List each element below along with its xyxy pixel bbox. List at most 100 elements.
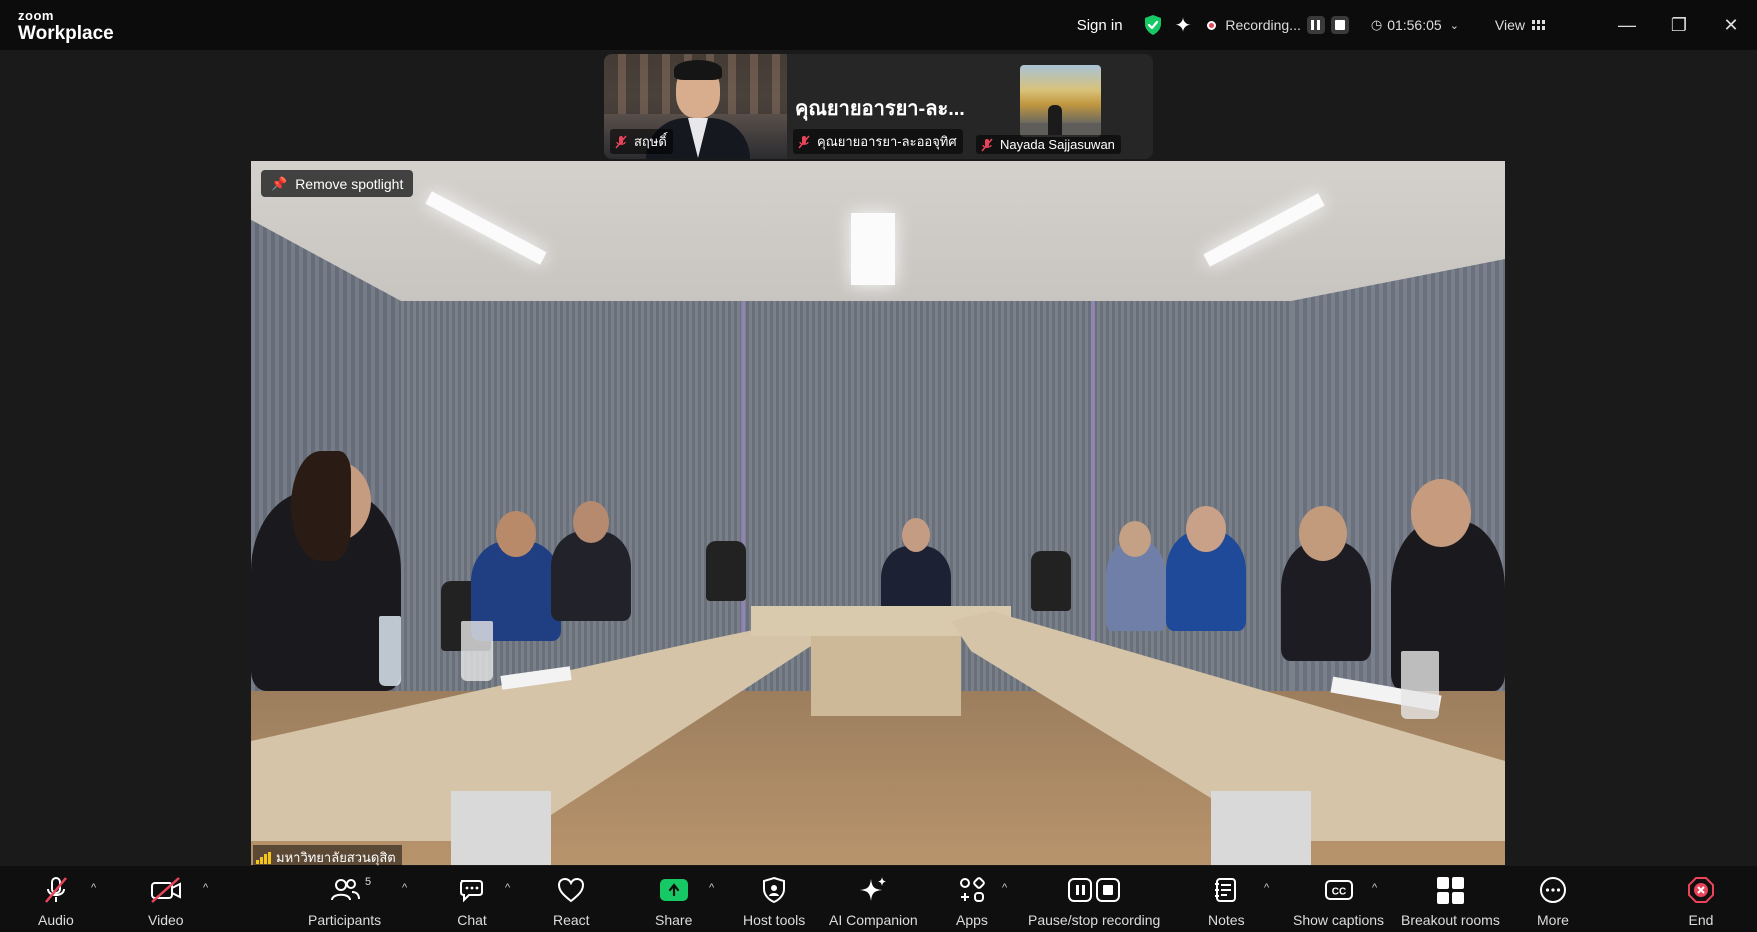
chat-options-caret-icon[interactable]: ^ xyxy=(505,882,510,894)
remove-spotlight-button[interactable]: 📌 Remove spotlight xyxy=(261,170,414,197)
participants-label: Participants xyxy=(308,912,382,928)
office-chair xyxy=(1031,551,1071,611)
show-captions-button[interactable]: CC Show captions xyxy=(1293,874,1384,928)
share-options-caret-icon[interactable]: ^ xyxy=(709,882,714,894)
more-dots-icon xyxy=(1538,874,1568,906)
participants-icon xyxy=(329,874,361,906)
host-tools-button[interactable]: Host tools xyxy=(743,874,805,928)
participant-name: คุณยายอารยา-ละออจุทิศ xyxy=(817,134,957,149)
attendee-head xyxy=(573,501,609,543)
host-shield-icon xyxy=(760,874,788,906)
apps-options-caret-icon[interactable]: ^ xyxy=(1002,882,1007,894)
attendee-hair xyxy=(291,451,351,561)
restore-icon[interactable]: ❐ xyxy=(1653,15,1705,36)
signal-strength-icon xyxy=(256,851,271,864)
mic-muted-icon xyxy=(615,135,627,148)
captions-options-caret-icon[interactable]: ^ xyxy=(1372,882,1377,894)
react-button[interactable]: React xyxy=(553,874,590,928)
sign-in-link[interactable]: Sign in xyxy=(1077,17,1123,34)
spotlight-video[interactable] xyxy=(251,161,1505,865)
breakout-rooms-button[interactable]: Breakout rooms xyxy=(1401,874,1500,928)
share-button[interactable]: Share xyxy=(655,874,692,928)
pause-icon xyxy=(1068,878,1093,902)
attendee-head xyxy=(1119,521,1151,557)
notes-label: Notes xyxy=(1208,912,1245,928)
participant-name-tag: คุณยายอารยา-ละออจุทิศ xyxy=(793,129,963,154)
participant-thumbnail-strip: สฤษดิ์ คุณยายอารยา-ละ... คุณยายอารยา-ละอ… xyxy=(604,54,1153,159)
pin-icon: 📌 xyxy=(271,175,288,191)
breakout-rooms-label: Breakout rooms xyxy=(1401,912,1500,928)
ai-sparkle-icon xyxy=(857,874,889,906)
grid-view-icon xyxy=(1532,19,1545,31)
more-label: More xyxy=(1537,912,1569,928)
captions-cc-icon: CC xyxy=(1323,874,1355,906)
notes-options-caret-icon[interactable]: ^ xyxy=(1264,882,1269,894)
pause-stop-recording-button[interactable]: Pause/stop recording xyxy=(1028,874,1160,928)
view-label: View xyxy=(1494,17,1525,33)
end-meeting-button[interactable]: End xyxy=(1686,874,1716,928)
more-button[interactable]: More xyxy=(1537,874,1569,928)
stop-icon xyxy=(1334,20,1345,30)
svg-text:CC: CC xyxy=(1331,887,1345,898)
audio-button[interactable]: Audio xyxy=(38,874,74,928)
attendee-head xyxy=(1186,506,1226,552)
attendee-head xyxy=(902,518,930,552)
chat-button[interactable]: Chat xyxy=(457,874,487,928)
participants-options-caret-icon[interactable]: ^ xyxy=(402,882,407,894)
heart-icon xyxy=(556,874,586,906)
audio-label: Audio xyxy=(38,912,74,928)
view-button[interactable]: View xyxy=(1495,17,1545,33)
ai-companion-button[interactable]: AI Companion xyxy=(829,874,918,928)
ceiling-light xyxy=(851,213,895,285)
recording-pause-button[interactable] xyxy=(1306,16,1325,34)
share-screen-icon xyxy=(659,874,688,906)
spotlight-participant-name: มหาวิทยาลัยสวนดุสิต xyxy=(276,850,396,865)
participant-thumbnail[interactable]: Nayada Sajjasuwan xyxy=(970,54,1153,159)
apps-button[interactable]: Apps xyxy=(956,874,988,928)
react-label: React xyxy=(553,912,590,928)
drink-cup xyxy=(1401,651,1439,719)
participant-thumbnail[interactable]: คุณยายอารยา-ละ... คุณยายอารยา-ละออจุทิศ xyxy=(787,54,970,159)
office-chair xyxy=(706,541,746,601)
minimize-icon[interactable]: — xyxy=(1601,15,1653,36)
close-icon[interactable]: ✕ xyxy=(1705,15,1757,36)
participants-button[interactable]: Participants 5 xyxy=(308,874,381,928)
recording-stop-button[interactable] xyxy=(1330,16,1349,34)
participant-profile-photo xyxy=(1020,65,1101,137)
notes-button[interactable]: Notes xyxy=(1208,874,1245,928)
participant-name: สฤษดิ์ xyxy=(634,134,667,149)
participant-name: Nayada Sajjasuwan xyxy=(1000,137,1115,152)
pause-icon xyxy=(1311,20,1321,30)
logo-workplace-text: Workplace xyxy=(18,23,114,44)
table-leg-panel xyxy=(451,791,551,865)
timer-value: 01:56:05 xyxy=(1387,17,1442,33)
end-label: End xyxy=(1688,912,1714,928)
zoom-logo: zoom Workplace xyxy=(18,9,114,43)
notes-icon xyxy=(1212,874,1240,906)
wall-accent-stripe xyxy=(1091,301,1095,691)
attendee-head xyxy=(1299,506,1347,561)
encryption-shield-icon[interactable] xyxy=(1143,14,1163,36)
chat-label: Chat xyxy=(457,912,487,928)
zoom-window: zoom Workplace Sign in ✦ Recording... ◷ … xyxy=(0,0,1757,932)
mic-muted-icon xyxy=(798,135,810,148)
ai-companion-label: AI Companion xyxy=(829,912,918,928)
recording-dot-icon xyxy=(1207,20,1217,30)
pause-stop-recording-icon xyxy=(1066,874,1122,906)
participant-display-name: คุณยายอารยา-ละ... xyxy=(795,98,965,120)
participant-thumbnail[interactable]: สฤษดิ์ xyxy=(604,54,787,159)
video-button[interactable]: Video xyxy=(148,874,184,928)
audio-options-caret-icon[interactable]: ^ xyxy=(91,882,96,894)
apps-label: Apps xyxy=(956,912,988,928)
ai-sparkle-icon[interactable]: ✦ xyxy=(1175,13,1192,38)
participant-name-tag: สฤษดิ์ xyxy=(610,129,673,154)
meeting-timer[interactable]: ◷ 01:56:05 ⌄ xyxy=(1371,17,1459,33)
table-leg-panel xyxy=(1211,791,1311,865)
meeting-attendee xyxy=(551,531,631,621)
conference-table-panel xyxy=(811,636,961,716)
window-controls: — ❐ ✕ xyxy=(1601,15,1757,36)
host-tools-label: Host tools xyxy=(743,912,806,928)
mic-muted-icon xyxy=(981,138,993,151)
video-options-caret-icon[interactable]: ^ xyxy=(203,882,208,894)
mic-muted-icon xyxy=(41,874,71,906)
